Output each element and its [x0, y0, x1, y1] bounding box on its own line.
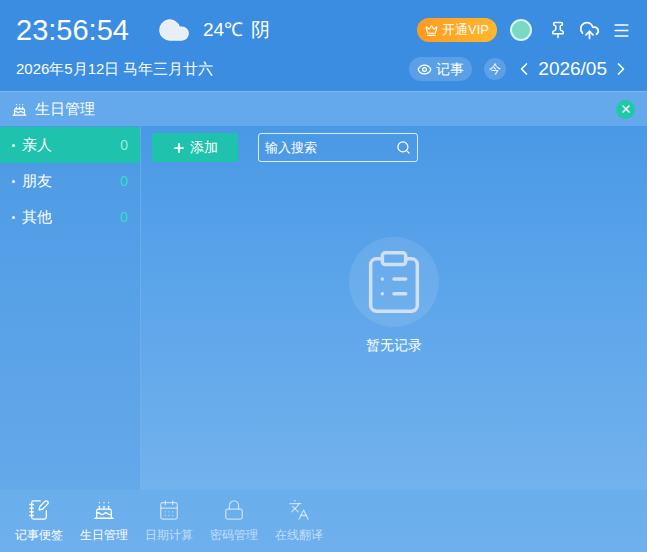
bottom-nav: 记事便签生日管理日期计算密码管理在线翻译: [0, 490, 647, 552]
weather: 阴: [251, 16, 270, 45]
nav-label: 在线翻译: [275, 526, 323, 544]
close-button[interactable]: [616, 100, 635, 119]
lunar-date: 马年三月廿六: [123, 58, 213, 81]
nav-item[interactable]: 记事便签: [6, 499, 71, 544]
next-month-icon[interactable]: [611, 59, 631, 79]
pin-icon[interactable]: [549, 21, 567, 39]
note-button[interactable]: 记事: [409, 57, 472, 81]
header: 23:56:54 24℃ 阴 开通VIP 2026年5月12日马年三月廿六 记事今 2026…: [0, 0, 647, 91]
sidebar-item-count: 0: [120, 135, 128, 156]
lock-icon: [223, 499, 245, 521]
nav-item[interactable]: 日期计算: [136, 499, 201, 544]
empty-text: 暂无记录: [366, 335, 422, 356]
empty-state: 暂无记录: [152, 162, 636, 490]
app-window: 23:56:54 24℃ 阴 开通VIP 2026年5月12日马年三月廿六 记事今 2026…: [0, 0, 647, 552]
eye-icon: [417, 62, 432, 77]
nav-label: 日期计算: [145, 526, 193, 544]
nav-item[interactable]: 生日管理: [71, 499, 136, 544]
sidebar-item-count: 0: [120, 207, 128, 228]
sidebar-item[interactable]: 朋友 0: [0, 163, 140, 199]
empty-clipboard-icon: [359, 247, 429, 317]
sidebar-item[interactable]: 亲人 0: [0, 127, 140, 163]
sidebar-item-label: 朋友: [22, 170, 52, 193]
sidebar-item-count: 0: [120, 171, 128, 192]
temperature: 24℃: [203, 16, 243, 45]
bullet: [12, 216, 15, 219]
sidebar-item-label: 亲人: [22, 134, 52, 157]
add-button[interactable]: 添加: [152, 133, 238, 162]
translate-icon: [288, 499, 310, 521]
cloud-upload-icon[interactable]: [579, 20, 600, 41]
clock: 23:56:54: [16, 16, 129, 45]
avatar-icon[interactable]: [509, 18, 533, 42]
cake-icon: [93, 499, 115, 521]
today-button[interactable]: 今: [484, 58, 506, 80]
vip-button[interactable]: 开通VIP: [417, 18, 497, 42]
search-field[interactable]: 输入搜索: [258, 133, 418, 162]
search-placeholder: 输入搜索: [265, 138, 396, 158]
close-icon: [620, 103, 632, 115]
date: 2026年5月12日: [16, 58, 119, 81]
search-icon: [396, 140, 411, 155]
calendar-icon: [158, 499, 180, 521]
month: 2026/05: [538, 55, 607, 84]
nav-item[interactable]: 在线翻译: [266, 499, 331, 544]
sidebar-item[interactable]: 其他 0: [0, 199, 140, 235]
nav-item[interactable]: 密码管理: [201, 499, 266, 544]
nav-label: 密码管理: [210, 526, 258, 544]
menu-icon[interactable]: [612, 21, 631, 40]
panel-title: 生日管理: [35, 98, 95, 121]
bullet: [12, 180, 15, 183]
plus-icon: [172, 141, 186, 155]
cake-icon: [12, 102, 27, 117]
nav-label: 记事便签: [15, 526, 63, 544]
panel-body: 亲人 0 朋友 0 其他 0 添加 输入搜索暂无记录: [0, 126, 647, 490]
main-area: 添加 输入搜索暂无记录: [141, 126, 647, 490]
notepad-icon: [28, 499, 50, 521]
bullet: [12, 144, 15, 147]
prev-month-icon[interactable]: [514, 59, 534, 79]
panel-title-bar: 生日管理: [0, 91, 647, 126]
sidebar: 亲人 0 朋友 0 其他 0: [0, 126, 141, 490]
nav-label: 生日管理: [80, 526, 128, 544]
crown-icon: [425, 24, 438, 37]
sidebar-item-label: 其他: [22, 206, 52, 229]
cloud-icon: [153, 13, 195, 47]
